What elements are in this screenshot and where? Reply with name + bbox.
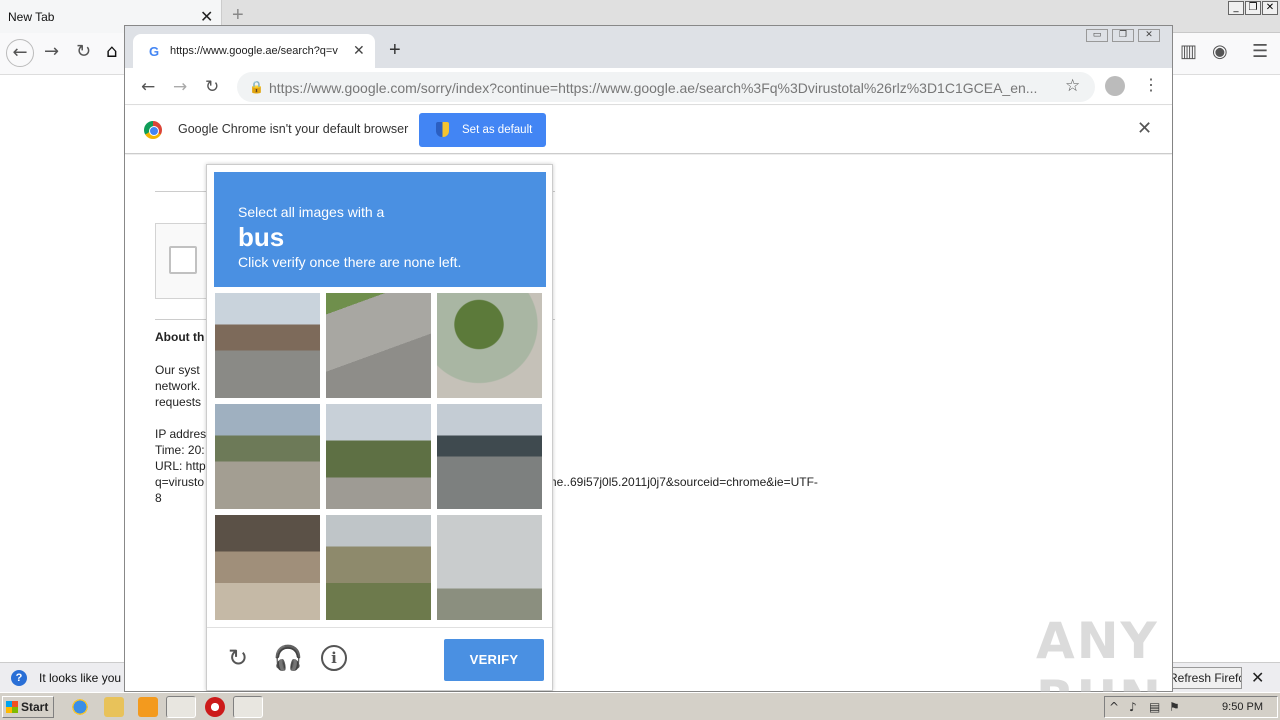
- internet-explorer-icon[interactable]: [70, 697, 90, 717]
- firefox-tab-close-icon[interactable]: ✕: [200, 7, 213, 27]
- time-line: Time: 20:: [155, 443, 205, 457]
- body-line: requests: [155, 395, 202, 409]
- firefox-home-icon[interactable]: ⌂: [106, 41, 117, 62]
- infobar-text: Google Chrome isn't your default browser: [178, 122, 409, 136]
- tray-expand-icon[interactable]: ^: [1109, 700, 1119, 714]
- url-line: q=virusto: [155, 475, 205, 489]
- challenge-footer: ↻ 🎧 i VERIFY: [207, 627, 552, 691]
- ip-address-line: IP addres: [155, 427, 207, 441]
- firefox-menu-icon[interactable]: ☰: [1252, 41, 1268, 62]
- firefox-window-controls: _ ❐ ✕: [1228, 1, 1278, 15]
- image-tile[interactable]: [325, 403, 432, 510]
- firefox-sidebar-icon[interactable]: ▥: [1180, 41, 1197, 62]
- set-as-default-button[interactable]: Set as default: [419, 113, 546, 147]
- chrome-tab-title: https://www.google.ae/search?q=v: [170, 45, 338, 57]
- body-line: network.: [155, 379, 201, 393]
- challenge-subtext: Click verify once there are none left.: [238, 254, 462, 270]
- image-tile[interactable]: [436, 514, 543, 621]
- chrome-forward-icon[interactable]: →: [173, 77, 187, 97]
- start-button[interactable]: Start: [2, 696, 54, 718]
- url-line: 8: [155, 491, 162, 505]
- start-label: Start: [21, 700, 49, 714]
- chrome-toolbar: ← → ↻ 🔒 https://www.google.com/sorry/ind…: [125, 68, 1172, 105]
- chrome-back-icon[interactable]: ←: [141, 77, 155, 97]
- media-player-icon[interactable]: [138, 697, 158, 717]
- challenge-header: Select all images with a bus Click verif…: [214, 172, 546, 287]
- taskbar: Start ^ ♪ ▤ ⚑ 9:50 PM: [0, 692, 1280, 720]
- windows-logo-icon: [6, 701, 18, 713]
- flag-icon[interactable]: ⚑: [1169, 700, 1180, 714]
- bookmark-star-icon[interactable]: ☆: [1065, 76, 1080, 96]
- notification-text: It looks like you h: [39, 671, 132, 685]
- chrome-close-button[interactable]: ✕: [1138, 29, 1160, 42]
- image-grid: [214, 292, 546, 624]
- body-line: Our syst: [155, 363, 200, 377]
- chrome-tab-close-icon[interactable]: ✕: [353, 42, 365, 59]
- restore-button[interactable]: ❐: [1245, 1, 1261, 15]
- close-button[interactable]: ✕: [1262, 1, 1278, 15]
- firefox-back-icon[interactable]: ←: [6, 39, 34, 67]
- challenge-target: bus: [238, 222, 285, 252]
- clock[interactable]: 9:50 PM: [1222, 701, 1263, 713]
- network-icon[interactable]: ▤: [1149, 700, 1160, 714]
- chrome-tab[interactable]: G https://www.google.ae/search?q=v ✕: [133, 34, 375, 68]
- volume-icon[interactable]: ♪: [1129, 700, 1137, 714]
- firefox-new-tab-button[interactable]: +: [232, 4, 244, 27]
- about-heading: About th: [155, 330, 205, 344]
- image-tile[interactable]: [214, 403, 321, 510]
- chrome-reload-icon[interactable]: ↻: [205, 77, 219, 97]
- system-tray: ^ ♪ ▤ ⚑ 9:50 PM: [1104, 696, 1278, 718]
- shield-icon: [436, 122, 449, 137]
- image-tile[interactable]: [214, 292, 321, 399]
- firefox-reload-icon[interactable]: ↻: [76, 41, 91, 62]
- recaptcha-checkbox[interactable]: [169, 246, 197, 274]
- chrome-minimize-button[interactable]: ▭: [1086, 29, 1108, 42]
- chrome-menu-icon[interactable]: ⋮: [1143, 75, 1159, 95]
- recaptcha-challenge: Select all images with a bus Click verif…: [206, 164, 553, 691]
- firefox-account-icon[interactable]: ◉: [1212, 41, 1228, 62]
- chrome-taskbar-button[interactable]: [166, 696, 196, 718]
- image-tile[interactable]: [214, 514, 321, 621]
- google-favicon-icon: G: [149, 44, 160, 59]
- firefox-taskbar-button[interactable]: [233, 696, 263, 718]
- chrome-window-controls: ▭ ❐ ✕: [1086, 29, 1160, 42]
- chrome-new-tab-button[interactable]: +: [389, 39, 401, 62]
- challenge-instruction: Select all images with a: [238, 204, 385, 220]
- url-text[interactable]: https://www.google.com/sorry/index?conti…: [269, 80, 1049, 96]
- image-tile[interactable]: [325, 292, 432, 399]
- chrome-restore-button[interactable]: ❐: [1112, 29, 1134, 42]
- lock-icon: 🔒: [249, 80, 264, 94]
- address-bar[interactable]: 🔒 https://www.google.com/sorry/index?con…: [237, 72, 1095, 102]
- chrome-tabstrip: G https://www.google.ae/search?q=v ✕ + ▭…: [125, 26, 1172, 68]
- reload-challenge-icon[interactable]: ↻: [225, 645, 251, 671]
- help-info-icon[interactable]: i: [321, 645, 347, 671]
- explorer-folder-icon[interactable]: [104, 697, 124, 717]
- audio-challenge-headphones-icon[interactable]: 🎧: [273, 645, 303, 671]
- url-line: URL: http: [155, 459, 206, 473]
- url-overflow-text: ome..69i57j0l5.2011j0j7&sourceid=chrome&…: [540, 475, 818, 489]
- set-as-default-label: Set as default: [462, 124, 533, 136]
- help-icon: ?: [11, 670, 27, 686]
- chrome-logo-icon: [144, 121, 162, 139]
- firefox-forward-icon[interactable]: →: [44, 41, 59, 62]
- profile-avatar-icon[interactable]: [1105, 76, 1125, 96]
- verify-button[interactable]: VERIFY: [444, 639, 544, 681]
- minimize-button[interactable]: _: [1228, 1, 1244, 15]
- image-tile[interactable]: [436, 292, 543, 399]
- image-tile[interactable]: [436, 403, 543, 510]
- firefox-tab-title: New Tab: [8, 10, 55, 24]
- default-browser-infobar: Google Chrome isn't your default browser…: [125, 106, 1172, 154]
- opera-icon[interactable]: [205, 697, 225, 717]
- image-tile[interactable]: [325, 514, 432, 621]
- infobar-close-icon[interactable]: ✕: [1137, 118, 1152, 139]
